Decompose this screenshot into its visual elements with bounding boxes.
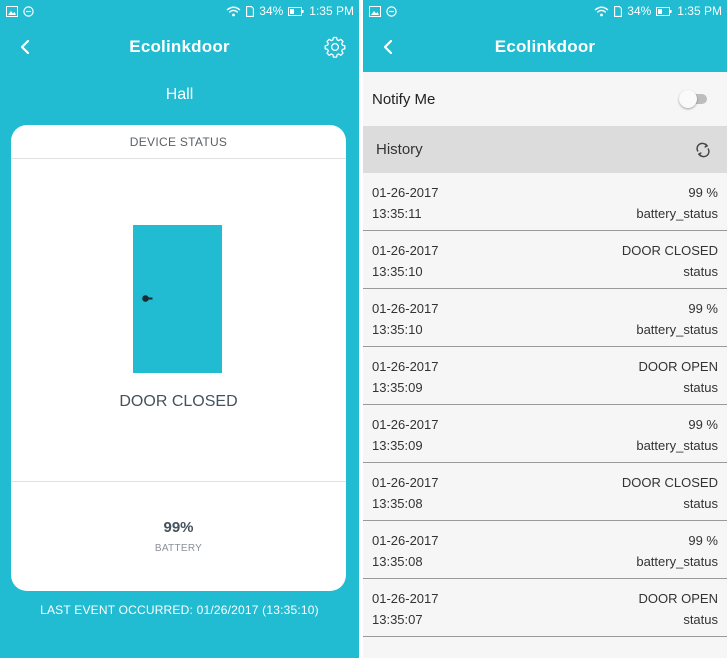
notify-toggle[interactable] — [679, 90, 709, 108]
minus-circle-icon — [386, 5, 397, 17]
history-date: 01-26-2017 — [372, 417, 439, 432]
app-bar: Ecolinkdoor — [0, 22, 359, 72]
history-date: 01-26-2017 — [372, 475, 439, 490]
history-type: status — [683, 612, 718, 627]
history-label: History — [376, 141, 423, 158]
history-screen: 34% 1:35 PM Ecolinkdoor Notify Me Histor… — [363, 0, 727, 658]
battery-label: BATTERY — [154, 543, 203, 554]
history-value: 99 % — [688, 533, 718, 548]
history-date: 01-26-2017 — [372, 301, 439, 316]
history-value: 99 % — [688, 301, 718, 316]
battery-percent: 34% — [627, 4, 652, 18]
history-row[interactable]: 01-26-2017 13:35:08 99 % battery_status — [363, 521, 727, 579]
clock: 1:35 PM — [309, 4, 354, 18]
history-row[interactable]: 01-26-2017 13:35:07 DOOR OPEN status — [363, 579, 727, 637]
history-time: 13:35:07 — [372, 612, 423, 627]
gallery-notification-icon — [6, 5, 18, 17]
toggle-thumb — [679, 90, 697, 108]
history-date: 01-26-2017 — [372, 591, 439, 606]
back-arrow-icon[interactable] — [377, 35, 401, 59]
history-value: DOOR OPEN — [638, 359, 718, 374]
back-arrow-icon[interactable] — [14, 35, 38, 59]
door-knob-icon — [142, 295, 153, 302]
history-date: 01-26-2017 — [372, 243, 439, 258]
sim-icon — [614, 5, 623, 17]
notify-label: Notify Me — [372, 90, 436, 108]
history-time: 13:35:11 — [372, 206, 422, 221]
minus-circle-icon — [23, 5, 34, 17]
history-row[interactable]: 01-26-2017 13:35:08 DOOR CLOSED status — [363, 463, 727, 521]
app-title: Ecolinkdoor — [129, 37, 230, 56]
gear-icon[interactable] — [323, 35, 347, 59]
history-row[interactable]: 01-26-2017 13:35:09 99 % battery_status — [363, 405, 727, 463]
history-time: 13:35:10 — [372, 264, 423, 279]
status-bar: 34% 1:35 PM — [0, 0, 359, 22]
clock: 1:35 PM — [677, 4, 722, 18]
history-type: battery_status — [636, 322, 718, 337]
device-status-screen: 34% 1:35 PM Ecolinkdoor Hall DEVICE STAT… — [0, 0, 359, 658]
history-time: 13:35:09 — [372, 380, 423, 395]
last-event-text: LAST EVENT OCCURRED: 01/26/2017 (13:35:1… — [40, 603, 319, 617]
app-title: Ecolinkdoor — [494, 37, 596, 56]
battery-percent: 34% — [259, 4, 284, 18]
history-type: battery_status — [636, 438, 718, 453]
refresh-icon[interactable] — [695, 142, 711, 158]
battery-icon — [288, 6, 304, 16]
history-row[interactable]: 01-26-2017 13:35:10 99 % battery_status — [363, 289, 727, 347]
divider — [11, 481, 346, 482]
history-date: 01-26-2017 — [372, 185, 439, 200]
history-date: 01-26-2017 — [372, 533, 439, 548]
app-bar: Ecolinkdoor — [363, 22, 727, 72]
history-time: 13:35:08 — [372, 496, 423, 511]
door-icon — [133, 225, 222, 373]
history-type: status — [683, 264, 718, 279]
door-state-label: DOOR CLOSED — [119, 393, 238, 410]
device-status-card: DEVICE STATUS DOOR CLOSED 99% BATTERY — [11, 125, 346, 591]
history-header: History — [363, 126, 727, 173]
history-value: DOOR CLOSED — [621, 475, 718, 490]
history-value: DOOR CLOSED — [621, 243, 718, 258]
notify-row: Notify Me — [363, 72, 727, 126]
wifi-icon — [594, 6, 609, 16]
battery-icon — [656, 6, 672, 16]
history-type: battery_status — [636, 554, 718, 569]
history-type: battery_status — [636, 206, 718, 221]
history-row[interactable]: 01-26-2017 13:35:09 DOOR OPEN status — [363, 347, 727, 405]
history-value: 99 % — [688, 417, 718, 432]
history-value: DOOR OPEN — [638, 591, 718, 606]
history-time: 13:35:10 — [372, 322, 423, 337]
history-row[interactable]: 01-26-2017 13:35:10 DOOR CLOSED status — [363, 231, 727, 289]
history-type: status — [683, 496, 718, 511]
room-name: Hall — [165, 86, 194, 103]
battery-value: 99% — [163, 519, 194, 536]
history-type: status — [683, 380, 718, 395]
history-time: 13:35:08 — [372, 554, 423, 569]
history-value: 99 % — [688, 185, 718, 200]
card-title: DEVICE STATUS — [11, 125, 346, 159]
history-row[interactable]: 01-26-2017 13:35:11 99 % battery_status — [363, 173, 727, 231]
history-date: 01-26-2017 — [372, 359, 439, 374]
history-time: 13:35:09 — [372, 438, 423, 453]
status-bar: 34% 1:35 PM — [363, 0, 727, 22]
history-list: 01-26-2017 13:35:11 99 % battery_status … — [363, 173, 727, 637]
wifi-icon — [226, 6, 241, 16]
gallery-notification-icon — [369, 5, 381, 17]
sim-icon — [246, 5, 255, 17]
